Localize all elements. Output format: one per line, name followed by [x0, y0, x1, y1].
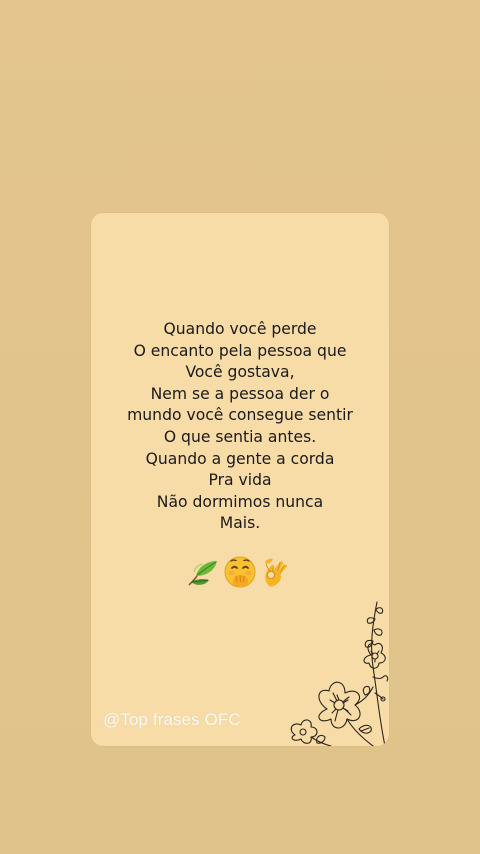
floral-decoration-icon: [290, 601, 389, 746]
quote-line: Mais.: [219, 514, 261, 533]
quote-line: Pra vida: [208, 471, 272, 490]
quote-text: Quando você perde O encanto pela pessoa …: [91, 319, 389, 535]
quote-line: Não dormimos nunca: [156, 492, 324, 511]
quote-card: Quando você perde O encanto pela pessoa …: [91, 213, 389, 746]
ok-hand-icon: [265, 558, 287, 587]
quote-line: mundo você consegue sentir: [127, 406, 353, 425]
quote-line: O encanto pela pessoa que: [133, 341, 347, 360]
watermark-handle: @Top frases OFC: [103, 710, 241, 729]
emoji-row: [91, 555, 389, 589]
quote-line: Quando a gente a corda: [145, 449, 335, 468]
quote-line: Você gostava,: [185, 363, 295, 382]
hand-over-mouth-face-icon: [224, 556, 256, 588]
quote-line: O que sentia antes.: [163, 427, 317, 446]
leaf-fluttering-icon: [188, 561, 217, 586]
quote-line: Quando você perde: [163, 320, 317, 338]
quote-line: Nem se a pessoa der o: [150, 384, 330, 403]
story-screen: Quando você perde O encanto pela pessoa …: [0, 0, 480, 854]
